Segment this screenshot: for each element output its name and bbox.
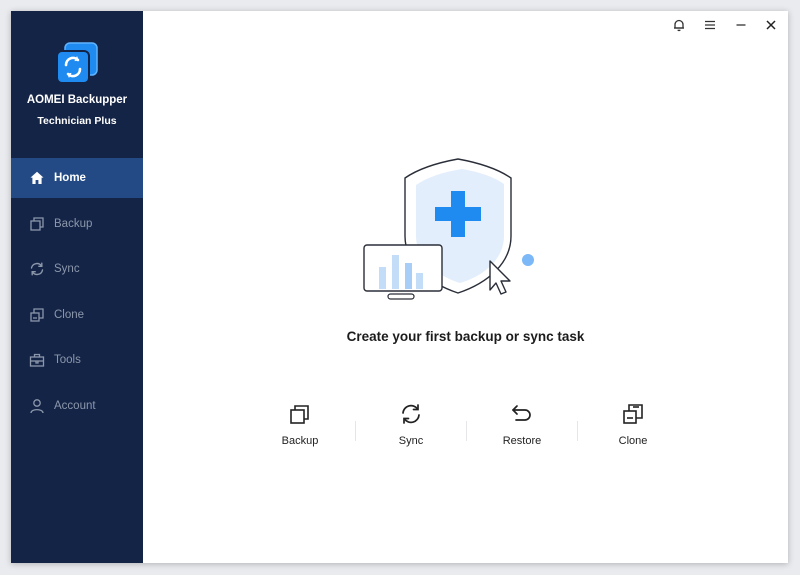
clone-action-button[interactable]: Clone xyxy=(578,401,688,453)
menu-button[interactable] xyxy=(699,17,721,37)
menu-icon xyxy=(703,18,717,37)
sidebar: AOMEI Backupper Technician Plus Home Bac… xyxy=(11,11,143,563)
clone-icon xyxy=(29,307,45,323)
app-name: AOMEI Backupper xyxy=(26,94,128,106)
restore-action-button[interactable]: Restore xyxy=(467,401,577,453)
minimize-icon xyxy=(734,18,748,37)
sidebar-item-label: Backup xyxy=(54,217,93,230)
app-window: AOMEI Backupper Technician Plus Home Bac… xyxy=(11,11,788,563)
tools-icon xyxy=(29,352,45,368)
sidebar-item-tools[interactable]: Tools xyxy=(11,340,143,380)
sidebar-item-label: Tools xyxy=(54,354,81,366)
sidebar-item-label: Home xyxy=(54,172,86,184)
bell-icon xyxy=(672,18,686,37)
sidebar-item-label: Account xyxy=(54,399,96,412)
action-label: Sync xyxy=(398,435,424,447)
action-label: Backup xyxy=(281,435,319,447)
minimize-button[interactable] xyxy=(730,17,752,37)
sync-action-button[interactable]: Sync xyxy=(356,401,466,453)
backup-action-button[interactable]: Backup xyxy=(245,401,355,453)
action-label: Clone xyxy=(618,435,648,447)
empty-state-headline: Create your first backup or sync task xyxy=(346,329,585,344)
sidebar-item-backup[interactable]: Backup xyxy=(11,204,143,244)
clone-icon xyxy=(620,401,646,427)
action-label: Restore xyxy=(502,435,542,447)
sync-icon xyxy=(29,261,45,277)
notification-button[interactable] xyxy=(668,17,690,37)
app-edition: Technician Plus xyxy=(37,115,117,127)
app-logo-icon xyxy=(55,41,99,85)
backup-icon xyxy=(29,216,45,232)
home-icon xyxy=(29,170,45,186)
sidebar-item-label: Sync xyxy=(54,263,80,275)
quick-actions: Backup Sync Restore Clone xyxy=(245,401,688,453)
sync-icon xyxy=(398,401,424,427)
close-button[interactable] xyxy=(760,17,782,37)
backup-icon xyxy=(287,401,313,427)
restore-icon xyxy=(509,401,535,427)
sidebar-item-label: Clone xyxy=(54,308,85,321)
close-icon xyxy=(764,18,778,37)
sidebar-nav: Home Backup Sync Clone Tools Account xyxy=(11,158,143,431)
sidebar-item-home[interactable]: Home xyxy=(11,158,143,198)
hero-illustration xyxy=(348,151,558,301)
account-icon xyxy=(29,398,45,414)
sidebar-item-clone[interactable]: Clone xyxy=(11,295,143,335)
sidebar-item-account[interactable]: Account xyxy=(11,386,143,426)
main-content: Create your first backup or sync task Ba… xyxy=(143,11,788,563)
sidebar-item-sync[interactable]: Sync xyxy=(11,249,143,289)
